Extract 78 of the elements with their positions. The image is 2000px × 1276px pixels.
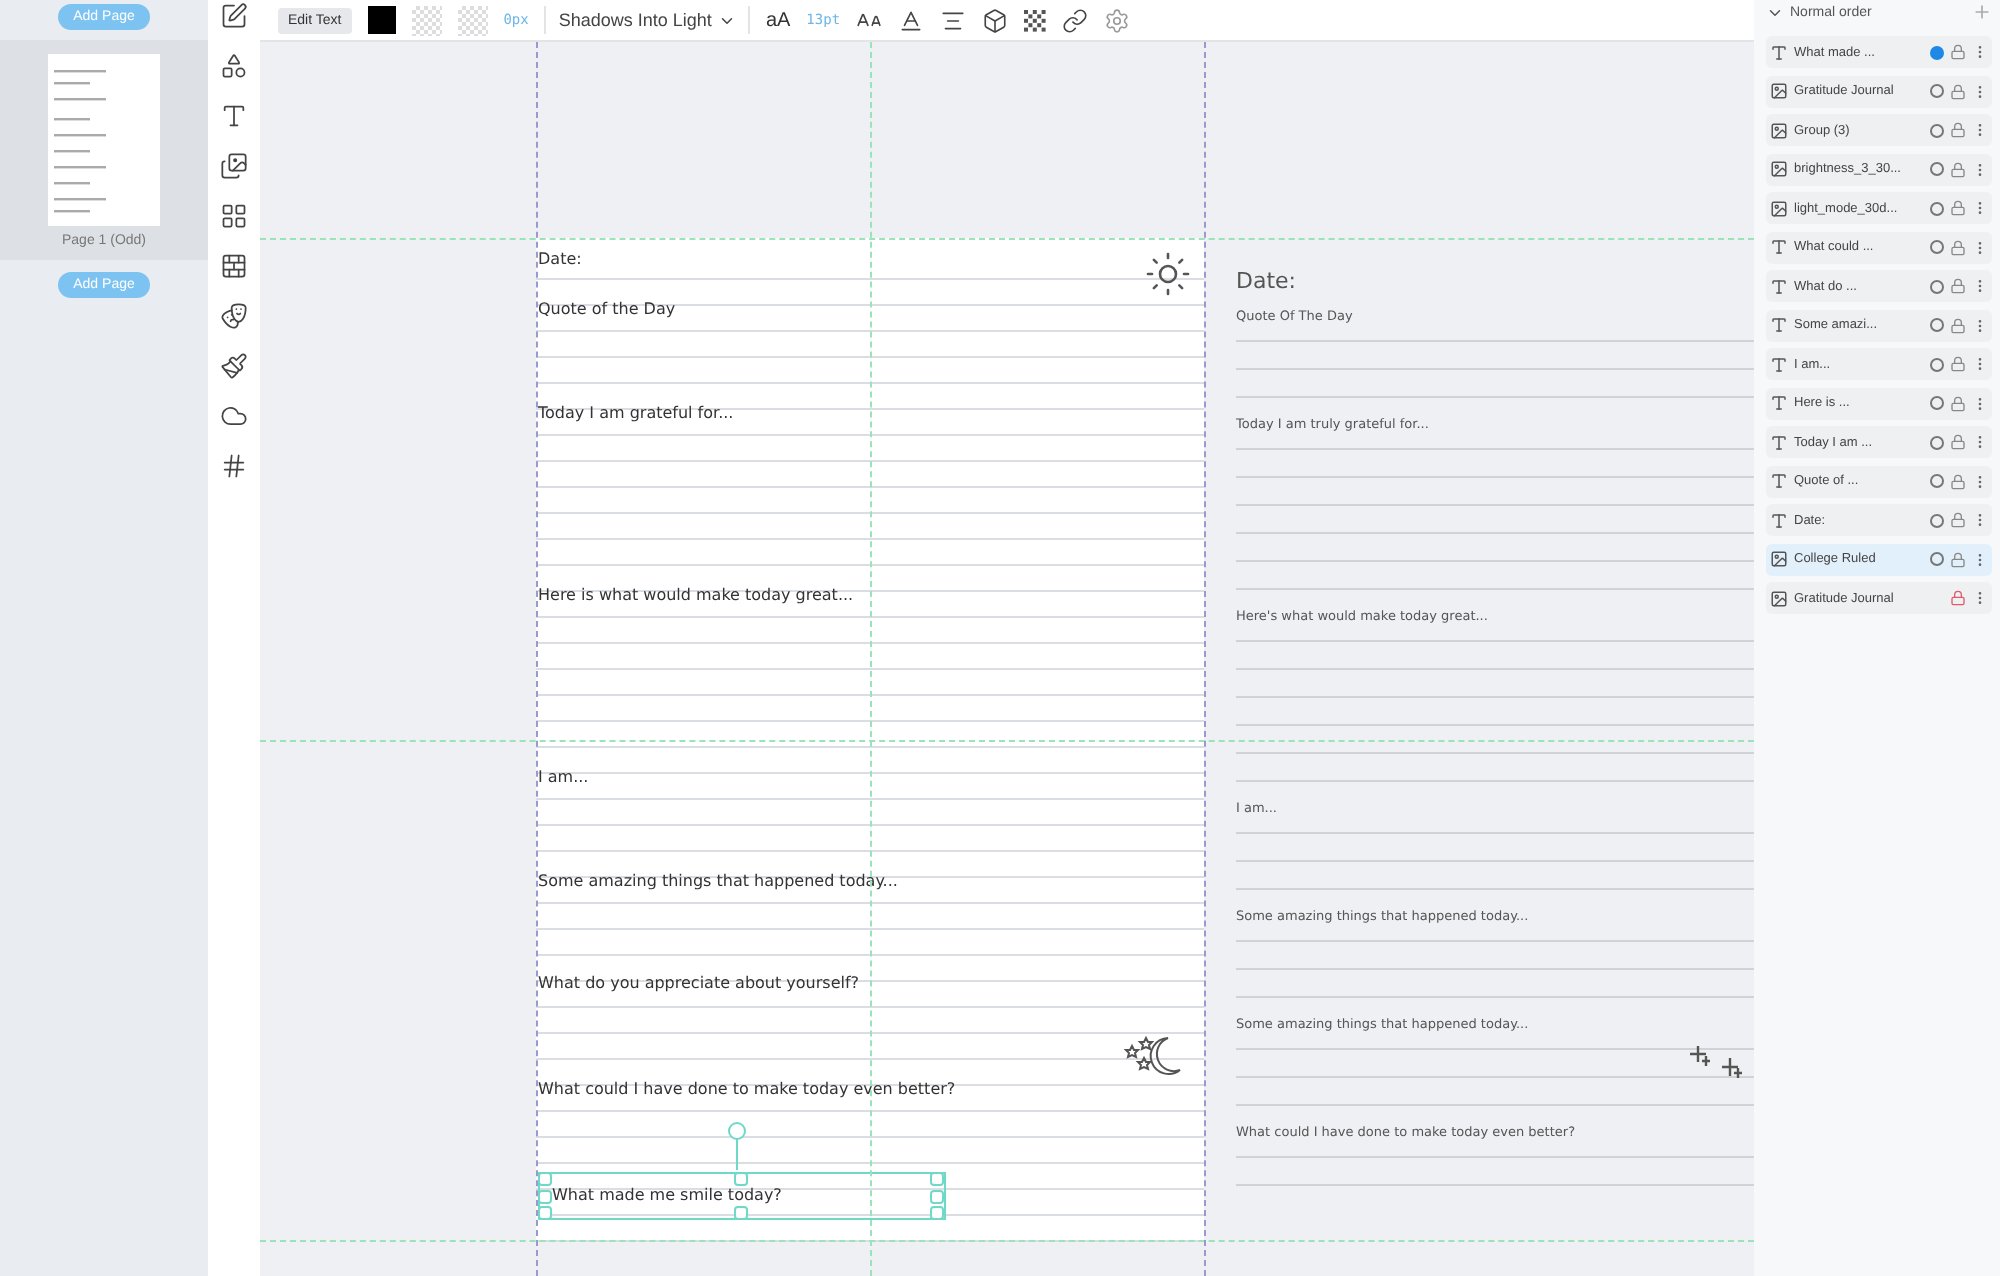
text-layer-icon xyxy=(1770,43,1788,61)
lock-icon[interactable] xyxy=(1950,395,1966,411)
prompt-text[interactable]: What do you appreciate about yourself? xyxy=(538,970,860,996)
visibility-dot[interactable] xyxy=(1930,279,1944,293)
image-layer-icon xyxy=(1770,589,1788,607)
box-icon[interactable] xyxy=(982,7,1009,33)
lock-icon[interactable] xyxy=(1950,512,1966,528)
image-layer-icon xyxy=(1770,121,1788,139)
text-layer-icon xyxy=(1770,238,1788,256)
visibility-dot[interactable] xyxy=(1930,474,1944,488)
grid-icon[interactable] xyxy=(220,202,248,230)
text-color-swatch[interactable] xyxy=(367,6,396,34)
transparency-icon[interactable] xyxy=(1024,9,1047,31)
underline-icon[interactable] xyxy=(898,7,925,33)
cloud-icon[interactable] xyxy=(220,402,248,430)
date-heading: Date: xyxy=(1236,268,1296,294)
mask-icon[interactable] xyxy=(220,302,248,330)
link-icon[interactable] xyxy=(1062,7,1089,33)
image-layer-icon xyxy=(1770,550,1788,568)
shapes-icon[interactable] xyxy=(220,52,248,80)
font-dropdown[interactable]: Shadows Into Light xyxy=(544,6,750,34)
lock-icon[interactable] xyxy=(1950,161,1966,177)
visibility-dot[interactable] xyxy=(1930,84,1944,98)
lock-icon[interactable] xyxy=(1950,122,1966,138)
lock-icon[interactable] xyxy=(1950,44,1966,60)
align-center-icon[interactable] xyxy=(940,7,967,33)
image-layer-icon xyxy=(1770,160,1788,178)
images-icon[interactable] xyxy=(220,152,248,180)
visibility-dot[interactable] xyxy=(1930,162,1944,176)
brick-wall-icon[interactable] xyxy=(220,252,248,280)
text-layer-icon xyxy=(1770,394,1788,412)
prompt-text[interactable]: Date: xyxy=(538,246,582,272)
lock-icon[interactable] xyxy=(1950,356,1966,372)
visibility-dot[interactable] xyxy=(1930,240,1944,254)
hash-icon[interactable] xyxy=(220,452,248,480)
edit-icon[interactable] xyxy=(220,2,248,30)
paintbrush-icon[interactable] xyxy=(220,352,248,380)
prompt-text[interactable]: I am... xyxy=(538,764,589,790)
resize-handle[interactable] xyxy=(734,1206,748,1220)
text-layer-icon xyxy=(1770,472,1788,490)
lock-icon[interactable] xyxy=(1950,551,1966,567)
lock-icon[interactable] xyxy=(1950,590,1966,606)
visibility-dot[interactable] xyxy=(1930,357,1944,371)
text-layer-icon xyxy=(1770,433,1788,451)
visibility-dot[interactable] xyxy=(1930,513,1944,527)
sun-icon xyxy=(1144,250,1192,298)
image-layer-icon xyxy=(1770,199,1788,217)
prompt-text[interactable]: Some amazing things that happened today... xyxy=(538,868,898,894)
lock-icon[interactable] xyxy=(1950,434,1966,450)
settings-icon[interactable] xyxy=(1104,7,1131,33)
text-layer-icon xyxy=(1770,511,1788,529)
visibility-dot[interactable] xyxy=(1930,552,1944,566)
lock-icon[interactable] xyxy=(1950,278,1966,294)
prompt-text[interactable]: What made me smile today? xyxy=(552,1186,782,1204)
visibility-dot[interactable] xyxy=(1930,318,1944,332)
text-layer-icon xyxy=(1770,316,1788,334)
resize-handle[interactable] xyxy=(734,1172,748,1186)
prompt-text[interactable]: Today I am grateful for... xyxy=(538,400,734,426)
text-icon[interactable] xyxy=(220,102,248,130)
prompt-text[interactable]: Quote of the Day xyxy=(538,296,676,322)
image-layer-icon xyxy=(1770,82,1788,100)
visibility-dot[interactable] xyxy=(1930,435,1944,449)
text-layer-icon xyxy=(1770,277,1788,295)
visibility-dot[interactable] xyxy=(1930,45,1944,59)
background-color-swatch[interactable] xyxy=(411,5,442,35)
text-layer-icon xyxy=(1770,355,1788,373)
prompt-text[interactable]: What could I have done to make today even better? xyxy=(538,1076,956,1102)
border-color-swatch[interactable] xyxy=(457,5,488,35)
visibility-dot[interactable] xyxy=(1930,396,1944,410)
lock-icon[interactable] xyxy=(1950,239,1966,255)
text-size-label: aA xyxy=(765,9,791,31)
lock-icon[interactable] xyxy=(1950,473,1966,489)
prompt-text[interactable]: Here is what would make today great... xyxy=(538,582,854,608)
lock-icon[interactable] xyxy=(1950,83,1966,99)
visibility-dot[interactable] xyxy=(1930,201,1944,215)
lock-icon[interactable] xyxy=(1950,200,1966,216)
lock-icon[interactable] xyxy=(1950,317,1966,333)
visibility-dot[interactable] xyxy=(1930,123,1944,137)
